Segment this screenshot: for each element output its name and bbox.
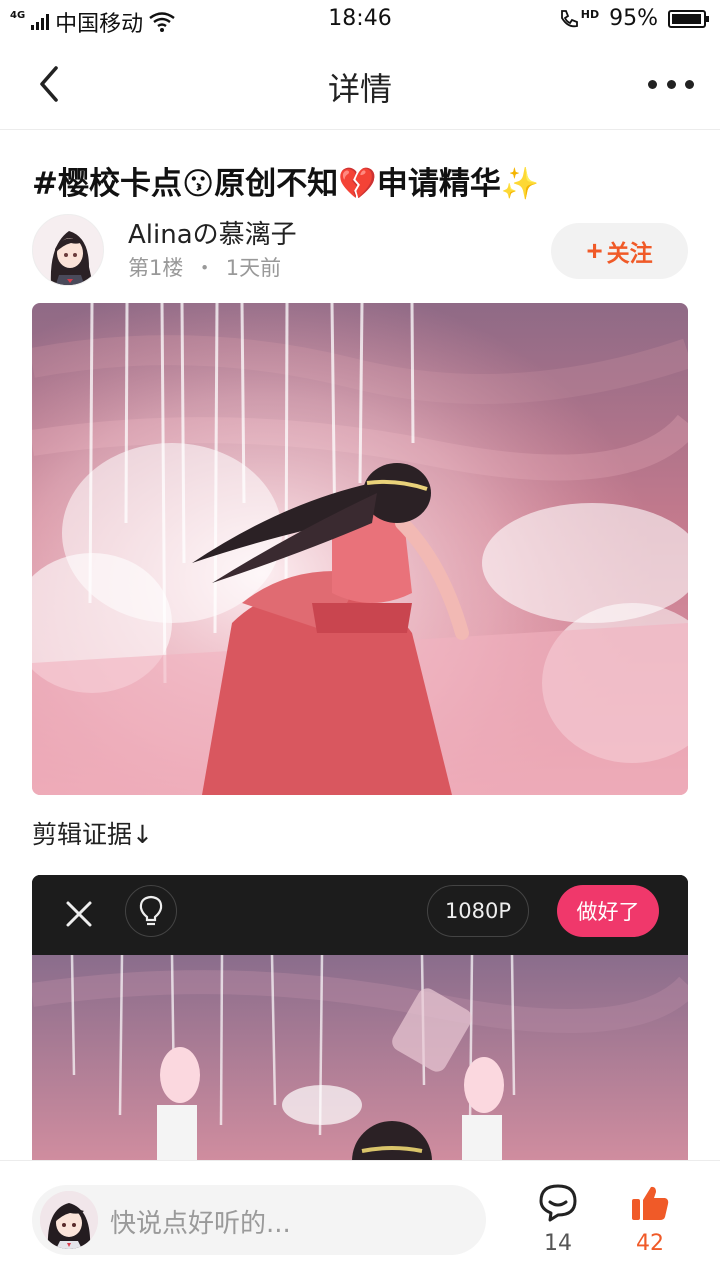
comment-bubble-icon <box>539 1184 577 1222</box>
more-dot <box>666 79 676 89</box>
comment-input[interactable]: 快说点好听的... <box>32 1185 486 1255</box>
page-title: 详情 <box>327 70 392 108</box>
comment-button[interactable]: 14 <box>528 1183 588 1256</box>
hd-label: HD <box>580 7 600 21</box>
battery-icon <box>668 9 709 28</box>
post-image[interactable] <box>32 303 688 795</box>
done-button: 做好了 <box>557 885 659 937</box>
like-button[interactable]: 42 <box>620 1183 680 1256</box>
follow-label: 关注 <box>606 240 653 266</box>
more-button[interactable] <box>648 64 694 104</box>
plus-icon: + <box>586 235 603 266</box>
post-image-editor-screenshot[interactable]: 1080P 做好了 <box>32 875 688 1161</box>
more-dot <box>685 79 694 89</box>
dance-scene-image <box>32 303 688 795</box>
floor-label: 第1楼 <box>128 256 184 280</box>
post-title: #樱校卡点😗原创不知💔申请精华✨ <box>32 166 540 202</box>
user-avatar-illustration <box>40 1191 98 1249</box>
lightbulb-icon <box>139 895 163 926</box>
close-icon <box>66 901 92 927</box>
like-count: 42 <box>636 1231 664 1256</box>
user-avatar <box>40 1191 98 1249</box>
lightbulb-button <box>125 885 177 937</box>
editor-preview-image <box>32 955 688 1161</box>
status-right: HD 95% <box>558 6 709 31</box>
author-avatar[interactable] <box>32 214 104 286</box>
comment-placeholder: 快说点好听的... <box>110 1209 291 1239</box>
author-name[interactable]: Alinaの慕漓子 <box>128 214 297 251</box>
thumbs-up-icon <box>632 1186 669 1220</box>
avatar-illustration <box>33 215 103 285</box>
more-dot <box>648 79 657 89</box>
battery-percent: 95% <box>609 6 658 31</box>
meta-separator: ・ <box>194 256 216 280</box>
follow-button[interactable]: + 关注 <box>551 223 688 279</box>
comment-count: 14 <box>544 1231 572 1256</box>
time-ago: 1天前 <box>225 256 282 280</box>
hd-call-icon: HD <box>558 8 599 30</box>
resolution-chip: 1080P <box>427 885 529 937</box>
battery-fill <box>672 13 701 24</box>
bottom-bar: 快说点好听的... 14 42 <box>0 1160 720 1280</box>
editor-toolbar: 1080P 做好了 <box>32 875 688 955</box>
post-caption: 剪辑证据↓ <box>32 820 153 849</box>
nav-header: 详情 <box>0 38 720 130</box>
post-meta: 第1楼 ・ 1天前 <box>128 252 281 282</box>
status-bar: 4G 中国移动 18:46 HD 95% <box>0 0 720 38</box>
